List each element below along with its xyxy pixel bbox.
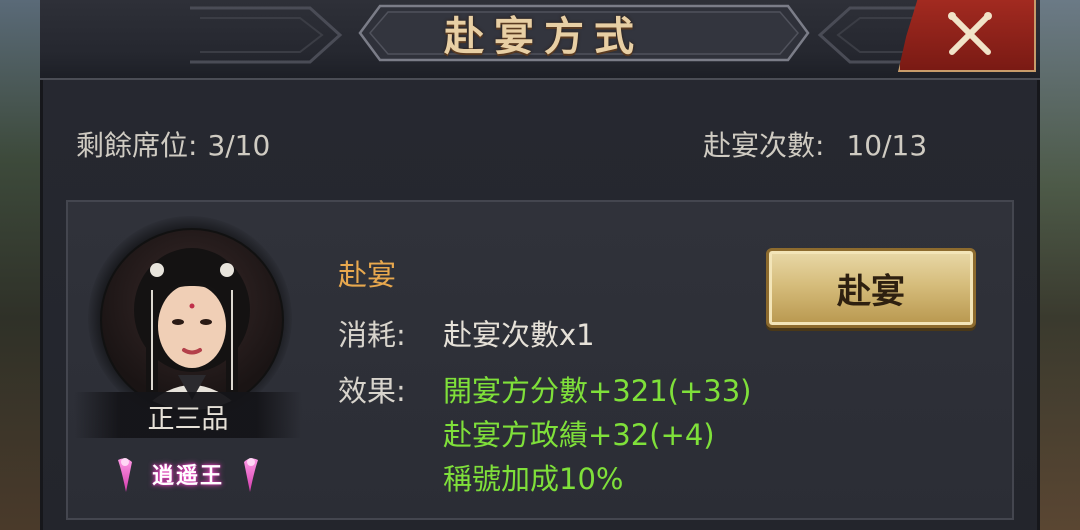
title-badge-label: 逍遥王 [151,464,224,489]
title-badge: 逍遥王 [112,452,264,496]
background-scenery-left [0,0,40,530]
attend-count: 赴宴次數: 10/13 [703,124,927,164]
remaining-seats-label: 剩餘席位: [76,129,198,162]
cost-value: 赴宴次數x1 [443,318,595,352]
close-x-icon [948,12,992,55]
rank-label: 正三品 [147,403,229,435]
attend-count-value: 10/13 [846,129,928,162]
dialog-title: 赴宴方式 [444,13,644,60]
portrait-frame [88,216,292,420]
effect-host-score: 開宴方分數+321(+33) [443,374,752,408]
attend-count-label: 赴宴次數: [703,129,825,162]
effect-label: 效果: [338,374,406,408]
cost-label: 消耗: [338,318,406,352]
background-scenery-right [1040,0,1080,530]
attend-banquet-button[interactable]: 赴宴 [766,248,976,328]
close-button[interactable] [898,0,1036,72]
option-title: 赴宴 [338,258,397,292]
remaining-seats: 剩餘席位: 3/10 [76,124,270,164]
game-scene: 赴宴方式 剩餘席位: 3/10 赴宴次數: 10/13 正三品 逍遥王 赴宴 消… [0,0,1080,530]
character-portrait [100,228,284,412]
effect-title-bonus: 稱號加成10% [443,462,624,496]
attend-banquet-button-label: 赴宴 [837,271,905,312]
dialog-header: 赴宴方式 [40,0,1040,80]
remaining-seats-value: 3/10 [207,129,271,162]
title-wrapper: 赴宴方式 [318,4,770,62]
effect-guest-merit: 赴宴方政績+32(+4) [443,418,715,452]
